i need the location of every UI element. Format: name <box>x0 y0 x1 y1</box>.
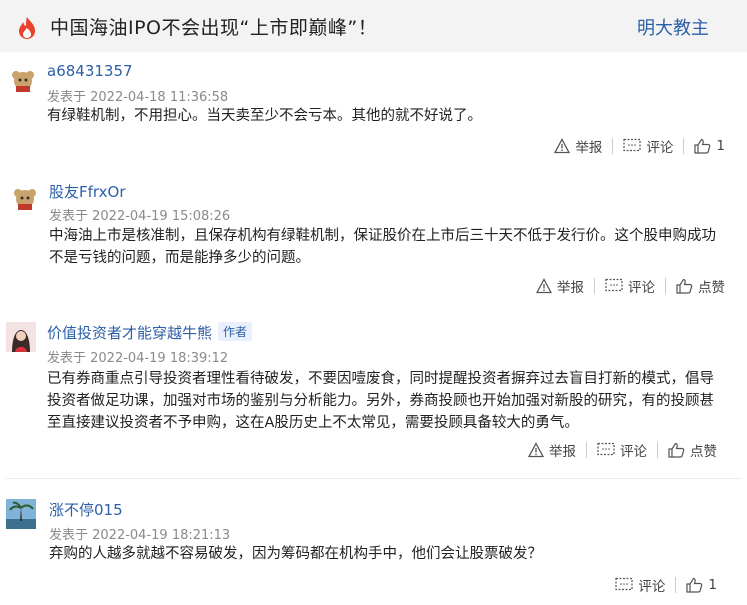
author-badge: 作者 <box>218 322 253 341</box>
avatar[interactable] <box>6 322 36 352</box>
like-button[interactable]: 1 <box>694 138 725 154</box>
username[interactable]: a68431357 <box>47 62 133 80</box>
like-button[interactable]: 1 <box>686 577 717 593</box>
comment-icon <box>615 577 634 591</box>
reply-button[interactable]: 评论 <box>605 276 655 296</box>
divider <box>675 577 677 593</box>
avatar[interactable] <box>8 66 38 96</box>
thumbs-up-icon <box>686 577 703 593</box>
divider <box>657 442 658 458</box>
warning-icon <box>536 278 552 294</box>
username[interactable]: 价值投资者才能穿越牛熊 作者 <box>47 322 253 343</box>
comment-item: 涨不停015 发表于 2022-04-19 18:21:13 弃购的人越多就越不… <box>0 485 747 605</box>
divider <box>665 278 666 294</box>
reply-button[interactable]: 评论 <box>597 440 647 460</box>
comment-icon <box>605 278 623 292</box>
divider <box>612 138 614 154</box>
thumbs-up-icon <box>668 442 685 458</box>
article-title[interactable]: 中国海油IPO不会出现“上市即巅峰”！ <box>50 13 377 40</box>
divider <box>594 278 595 294</box>
comment-item: 股友FfrxOr 发表于 2022-04-19 15:08:26 中海油上市是核… <box>0 170 747 310</box>
section-divider <box>5 478 742 479</box>
like-button[interactable]: 点赞 <box>668 440 717 460</box>
avatar[interactable] <box>6 499 36 529</box>
comment-item: 价值投资者才能穿越牛熊 作者 发表于 2022-04-19 18:39:12 已有… <box>0 310 747 475</box>
post-time: 发表于 2022-04-19 15:08:26 <box>49 209 231 224</box>
comment-icon <box>597 442 615 456</box>
avatar[interactable] <box>10 184 40 214</box>
divider <box>683 138 685 154</box>
reply-button[interactable]: 评论 <box>623 136 673 156</box>
thumbs-up-icon <box>694 138 711 154</box>
username[interactable]: 涨不停015 <box>49 499 123 520</box>
report-button[interactable]: 举报 <box>536 276 584 296</box>
comment-text: 弃购的人越多就越不容易破发，因为筹码都在机构手中，他们会让股票破发？ <box>49 546 542 562</box>
post-time: 发表于 2022-04-19 18:21:13 <box>49 528 231 543</box>
divider <box>586 442 587 458</box>
report-button[interactable]: 举报 <box>528 440 576 460</box>
comment-actions: 举报 评论 点赞 <box>536 276 725 296</box>
post-time: 发表于 2022-04-18 11:36:58 <box>47 90 229 105</box>
comment-item: a68431357 发表于 2022-04-18 11:36:58 有绿鞋机制，… <box>0 52 747 170</box>
warning-icon <box>528 442 544 458</box>
fire-icon <box>19 17 35 39</box>
username[interactable]: 股友FfrxOr <box>49 181 126 202</box>
like-button[interactable]: 点赞 <box>676 276 725 296</box>
comment-text: 已有券商重点引导投资者理性看待破发，不要因噎废食，同时提醒投资者摒弃过去盲目打新… <box>47 371 714 431</box>
comment-text: 有绿鞋机制，不用担心。当天卖至少不会亏本。其他的就不好说了。 <box>47 108 482 124</box>
article-header: 中国海油IPO不会出现“上市即巅峰”！ 明大教主 <box>0 0 747 52</box>
report-button[interactable]: 举报 <box>554 136 602 156</box>
comment-text: 中海油上市是核准制，且保存机构有绿鞋机制，保证股价在上市后三十天不低于发行价。这… <box>49 228 716 266</box>
reply-button[interactable]: 评论 <box>615 575 665 595</box>
author-name[interactable]: 明大教主 <box>637 14 709 40</box>
comment-actions: 举报 评论 点赞 <box>528 440 717 460</box>
warning-icon <box>554 138 571 154</box>
comment-icon <box>623 138 642 152</box>
comment-actions: 举报 评论 1 <box>554 136 725 156</box>
comment-actions: 评论 1 <box>615 575 717 595</box>
post-time: 发表于 2022-04-19 18:39:12 <box>47 351 229 366</box>
thumbs-up-icon <box>676 278 693 294</box>
